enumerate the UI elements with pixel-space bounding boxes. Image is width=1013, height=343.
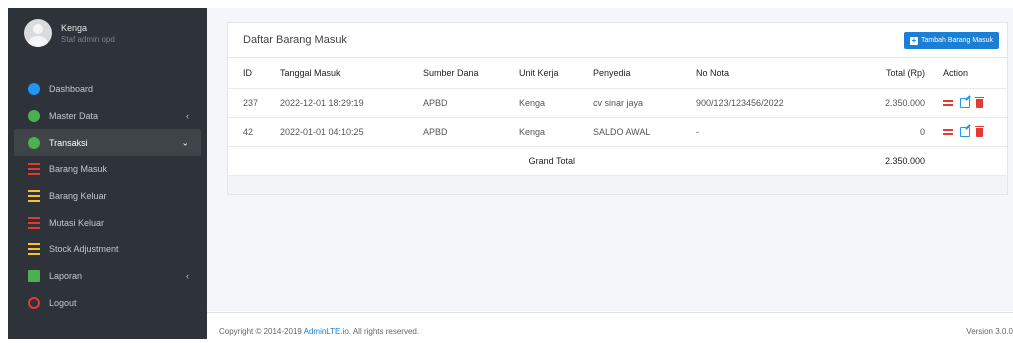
- card-title: Daftar Barang Masuk: [243, 34, 347, 46]
- user-info: Kenga Staf admin opd: [61, 22, 115, 45]
- detail-list-icon[interactable]: [943, 98, 953, 108]
- sidebar-item-stock-adjustment[interactable]: Stock Adjustment: [8, 236, 207, 263]
- cell-tanggal: 2022-12-01 18:29:19: [276, 88, 419, 118]
- sidebar-item-label: Transaksi: [49, 137, 88, 148]
- cell-no-nota: 900/123/123456/2022: [692, 88, 832, 118]
- barang-masuk-card: Daftar Barang Masuk + Tambah Barang Masu…: [227, 22, 1008, 195]
- table-header-row: ID Tanggal Masuk Sumber Dana Unit Kerja …: [228, 58, 1007, 89]
- sidebar: Kenga Staf admin opd Dashboard Master Da…: [8, 8, 207, 339]
- column-header-no-nota: No Nota: [692, 58, 832, 89]
- cell-unit-kerja: Kenga: [515, 117, 589, 147]
- sidebar-item-barang-keluar[interactable]: Barang Keluar: [8, 183, 207, 210]
- table-bottom-strip: [228, 176, 1007, 194]
- empty-cell: [589, 146, 692, 176]
- report-icon: [28, 270, 40, 283]
- grand-total-row: Grand Total 2.350.000: [228, 146, 1007, 176]
- cell-action: [929, 88, 1007, 118]
- cell-no-nota: -: [692, 117, 832, 147]
- sidebar-item-logout[interactable]: Logout: [8, 290, 207, 317]
- chevron-down-icon: ⌄: [181, 137, 189, 148]
- sidebar-item-laporan[interactable]: Laporan ‹: [8, 263, 207, 290]
- cell-total: 2.350.000: [832, 88, 929, 118]
- table-row: 42 2022-01-01 04:10:25 APBD Kenga SALDO …: [228, 117, 1007, 147]
- table-row: 237 2022-12-01 18:29:19 APBD Kenga cv si…: [228, 88, 1007, 118]
- cell-unit-kerja: Kenga: [515, 88, 589, 118]
- sidebar-item-dashboard[interactable]: Dashboard: [8, 76, 207, 103]
- chevron-left-icon: ‹: [186, 271, 189, 282]
- sidebar-menu: Dashboard Master Data ‹ Transaksi ⌄ Bara…: [8, 76, 207, 316]
- grand-total-label: Grand Total: [228, 146, 589, 176]
- cell-sumber-dana: APBD: [419, 88, 515, 118]
- cell-id: 42: [228, 117, 276, 147]
- cell-tanggal: 2022-01-01 04:10:25: [276, 117, 419, 147]
- power-icon: [28, 296, 40, 309]
- sidebar-item-barang-masuk[interactable]: Barang Masuk: [8, 156, 207, 183]
- column-header-total: Total (Rp): [832, 58, 929, 89]
- trash-icon[interactable]: [975, 125, 985, 137]
- sidebar-item-label: Barang Keluar: [49, 191, 107, 202]
- cell-total: 0: [832, 117, 929, 147]
- adminlte-link[interactable]: AdminLTE.io: [304, 327, 349, 336]
- gear-icon: [28, 136, 40, 149]
- plus-icon: +: [910, 35, 919, 45]
- column-header-unit-kerja: Unit Kerja: [515, 58, 589, 89]
- sidebar-item-transaksi[interactable]: Transaksi ⌄: [14, 129, 201, 157]
- sidebar-item-label: Mutasi Keluar: [49, 217, 105, 228]
- list-icon: [28, 243, 40, 256]
- sidebar-item-label: Laporan: [49, 271, 83, 282]
- sidebar-item-label: Logout: [49, 297, 77, 308]
- list-icon: [28, 190, 40, 203]
- copyright: Copyright © 2014-2019 AdminLTE.io. All r…: [219, 327, 419, 336]
- card-header: Daftar Barang Masuk + Tambah Barang Masu…: [228, 23, 1007, 58]
- gear-icon: [28, 110, 40, 123]
- chevron-left-icon: ‹: [186, 111, 189, 122]
- sidebar-item-label: Master Data: [49, 111, 99, 122]
- column-header-tanggal: Tanggal Masuk: [276, 58, 419, 89]
- column-header-action: Action: [929, 58, 1007, 89]
- copyright-prefix: Copyright © 2014-2019: [219, 327, 304, 336]
- cell-action: [929, 117, 1007, 147]
- list-icon: [28, 163, 40, 176]
- list-icon: [28, 216, 40, 229]
- sidebar-item-label: Stock Adjustment: [49, 244, 119, 255]
- empty-cell: [929, 146, 1007, 176]
- add-barang-masuk-button[interactable]: + Tambah Barang Masuk: [904, 32, 999, 49]
- user-name: Kenga: [61, 22, 88, 33]
- avatar: [24, 19, 52, 47]
- sidebar-item-master-data[interactable]: Master Data ‹: [8, 103, 207, 130]
- empty-cell: [692, 146, 832, 176]
- copyright-suffix: . All rights reserved.: [348, 327, 420, 336]
- cell-penyedia: SALDO AWAL: [589, 117, 692, 147]
- user-subtitle: Staf admin opd: [61, 34, 115, 44]
- sidebar-item-label: Barang Masuk: [49, 164, 108, 175]
- footer: Copyright © 2014-2019 AdminLTE.io. All r…: [207, 312, 1013, 343]
- barang-masuk-table: ID Tanggal Masuk Sumber Dana Unit Kerja …: [228, 58, 1007, 176]
- edit-icon[interactable]: [959, 126, 970, 137]
- sidebar-item-mutasi-keluar[interactable]: Mutasi Keluar: [8, 209, 207, 236]
- cell-sumber-dana: APBD: [419, 117, 515, 147]
- cell-penyedia: cv sinar jaya: [589, 88, 692, 118]
- trash-icon[interactable]: [975, 96, 985, 108]
- user-panel[interactable]: Kenga Staf admin opd: [8, 8, 207, 58]
- column-header-id: ID: [228, 58, 276, 89]
- cell-id: 237: [228, 88, 276, 118]
- version-label: Version 3.0.0: [966, 327, 1013, 336]
- dashboard-icon: [28, 83, 40, 96]
- edit-icon[interactable]: [959, 97, 970, 108]
- column-header-penyedia: Penyedia: [589, 58, 692, 89]
- add-button-label: Tambah Barang Masuk: [921, 37, 993, 44]
- grand-total-value: 2.350.000: [832, 146, 929, 176]
- sidebar-item-label: Dashboard: [49, 84, 94, 95]
- column-header-sumber-dana: Sumber Dana: [419, 58, 515, 89]
- detail-list-icon[interactable]: [943, 127, 953, 137]
